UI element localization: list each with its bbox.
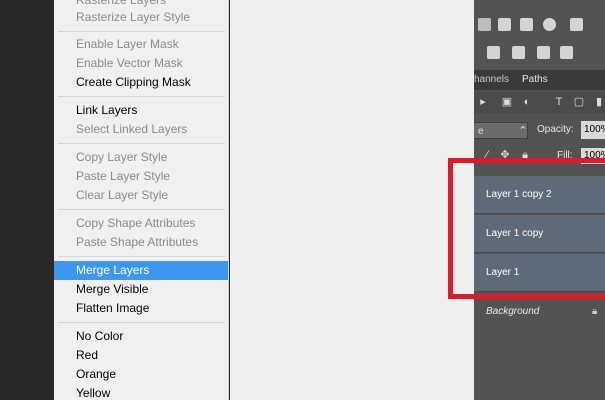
annotation-highlight-box bbox=[448, 158, 605, 299]
shape-filter-icon[interactable]: ▢ bbox=[572, 95, 586, 109]
menu-separator bbox=[58, 209, 225, 210]
menu-separator bbox=[58, 256, 225, 257]
menu-item-orange[interactable]: Orange bbox=[54, 365, 228, 384]
channel-mixer-icon[interactable] bbox=[512, 46, 525, 59]
opacity-label: Opacity: bbox=[537, 124, 574, 135]
photo-filter-icon[interactable] bbox=[487, 46, 500, 59]
menu-separator bbox=[58, 322, 225, 323]
opacity-input[interactable]: 100% bbox=[581, 121, 605, 139]
background-lock-icon: 🔒︎ bbox=[592, 306, 598, 317]
threshold-icon[interactable] bbox=[560, 46, 573, 59]
image-filter-icon[interactable]: ▣ bbox=[500, 95, 514, 109]
color-balance-icon[interactable] bbox=[543, 18, 556, 31]
invert-icon[interactable] bbox=[537, 46, 550, 59]
menu-separator bbox=[58, 31, 225, 32]
menu-item-merge-layers[interactable]: Merge Layers bbox=[54, 261, 228, 280]
menu-item-copy-layer-style[interactable]: Copy Layer Style bbox=[54, 148, 228, 167]
curves-icon[interactable] bbox=[498, 18, 511, 31]
menu-item-enable-vector-mask[interactable]: Enable Vector Mask bbox=[54, 54, 228, 73]
menu-item-rasterize-layer-style[interactable]: Rasterize Layer Style bbox=[54, 8, 228, 27]
layer-context-menu: Rasterize Layers Rasterize Layer Style E… bbox=[54, 0, 229, 400]
menu-item-yellow[interactable]: Yellow bbox=[54, 384, 228, 400]
exposure-icon[interactable] bbox=[520, 18, 533, 31]
canvas-area bbox=[230, 0, 474, 400]
type-filter-icon[interactable]: T bbox=[552, 95, 566, 109]
menu-item-create-clipping-mask[interactable]: Create Clipping Mask bbox=[54, 73, 228, 92]
chevron-down-icon: ⌃ bbox=[518, 125, 528, 137]
menu-item-paste-shape-attributes[interactable]: Paste Shape Attributes bbox=[54, 233, 228, 252]
tab-paths[interactable]: Paths bbox=[522, 70, 548, 90]
menu-item-paste-layer-style[interactable]: Paste Layer Style bbox=[54, 167, 228, 186]
layer-filter-row: ▸ ▣ ◐ T ▢ ▮ bbox=[474, 91, 605, 113]
menu-separator bbox=[58, 96, 225, 97]
menu-item-enable-layer-mask[interactable]: Enable Layer Mask bbox=[54, 35, 228, 54]
grid-icon[interactable] bbox=[570, 18, 583, 31]
workspace-background bbox=[0, 0, 54, 400]
menu-separator bbox=[58, 143, 225, 144]
menu-item-clear-layer-style[interactable]: Clear Layer Style bbox=[54, 186, 228, 205]
filter-toggle-icon[interactable]: ▮ bbox=[592, 95, 605, 109]
menu-item-flatten-image[interactable]: Flatten Image bbox=[54, 299, 228, 318]
tab-channels[interactable]: hannels bbox=[474, 70, 509, 90]
menu-item-no-color[interactable]: No Color bbox=[54, 327, 228, 346]
panel-tabs: hannels Paths bbox=[474, 70, 605, 90]
levels-icon[interactable] bbox=[478, 18, 491, 31]
menu-item-red[interactable]: Red bbox=[54, 346, 228, 365]
menu-item-merge-visible[interactable]: Merge Visible bbox=[54, 280, 228, 299]
adjustment-filter-icon[interactable]: ◐ bbox=[520, 95, 534, 109]
layer-name: Background bbox=[486, 306, 540, 317]
menu-item-copy-shape-attributes[interactable]: Copy Shape Attributes bbox=[54, 214, 228, 233]
filter-dropdown-icon[interactable]: ▸ bbox=[476, 95, 490, 109]
menu-item-select-linked-layers[interactable]: Select Linked Layers bbox=[54, 120, 228, 139]
menu-item-link-layers[interactable]: Link Layers bbox=[54, 101, 228, 120]
